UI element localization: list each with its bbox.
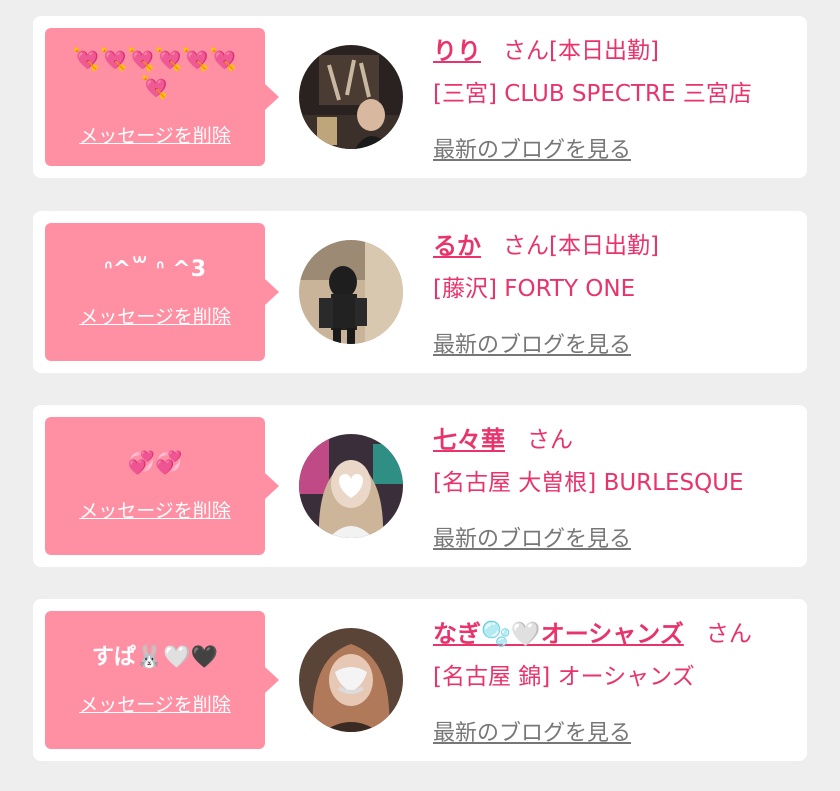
message-text: すぱ🐰🤍🖤 xyxy=(91,644,219,670)
shop-name: [三宮] CLUB SPECTRE 三宮店 xyxy=(433,81,752,107)
latest-blog-link[interactable]: 最新のブログを見る xyxy=(433,715,631,747)
delete-message-link[interactable]: メッセージを削除 xyxy=(79,121,231,148)
message-bubble: 💞💞 メッセージを削除 xyxy=(45,417,279,555)
profile-info: りり さん[本日出勤] [三宮] CLUB SPECTRE 三宮店 最新のブログ… xyxy=(433,28,797,164)
message-bubble: 💘💘💘💘💘💘💘 メッセージを削除 xyxy=(45,28,279,166)
profile-info: 七々華 さん [名古屋 大曽根] BURLESQUE 最新のブログを見る xyxy=(433,417,797,553)
message-card: ᐢ^꒳ ᐢ ^3 メッセージを削除 るか さん[本日出勤] [藤沢] FORTY… xyxy=(33,211,807,373)
latest-blog-link[interactable]: 最新のブログを見る xyxy=(433,327,631,359)
message-text: 💘💘💘💘💘💘💘 xyxy=(72,47,238,101)
profile-name-link[interactable]: なぎ🫧🤍オーシャンズ xyxy=(433,614,684,649)
delete-message-link[interactable]: メッセージを削除 xyxy=(79,302,231,329)
profile-name-link[interactable]: るか xyxy=(433,226,481,261)
honorific-status: さん[本日出勤] xyxy=(503,233,659,259)
message-text: 💞💞 xyxy=(127,450,183,476)
shop-name: [名古屋 大曽根] BURLESQUE xyxy=(433,470,744,496)
delete-message-link[interactable]: メッセージを削除 xyxy=(79,690,231,717)
delete-message-link[interactable]: メッセージを削除 xyxy=(79,496,231,523)
latest-blog-link[interactable]: 最新のブログを見る xyxy=(433,521,631,553)
message-text: ᐢ^꒳ ᐢ ^3 xyxy=(103,256,207,282)
profile-info: なぎ🫧🤍オーシャンズ さん [名古屋 錦] オーシャンズ 最新のブログを見る xyxy=(433,611,797,747)
profile-name-link[interactable]: りり xyxy=(433,31,481,66)
latest-blog-link[interactable]: 最新のブログを見る xyxy=(433,132,631,164)
message-bubble: すぱ🐰🤍🖤 メッセージを削除 xyxy=(45,611,279,749)
message-card: 💘💘💘💘💘💘💘 メッセージを削除 りり さん[本日出勤] [三宮] CLUB S… xyxy=(33,16,807,178)
profile-info: るか さん[本日出勤] [藤沢] FORTY ONE 最新のブログを見る xyxy=(433,223,797,359)
avatar[interactable] xyxy=(299,45,403,149)
message-card: 💞💞 メッセージを削除 七々華 さん [名古屋 大曽根] BURLESQUE 最… xyxy=(33,405,807,567)
message-bubble: ᐢ^꒳ ᐢ ^3 メッセージを削除 xyxy=(45,223,279,361)
avatar[interactable] xyxy=(299,434,403,538)
avatar[interactable] xyxy=(299,240,403,344)
shop-name: [藤沢] FORTY ONE xyxy=(433,276,636,302)
honorific-status: さん xyxy=(705,621,752,647)
message-card: すぱ🐰🤍🖤 メッセージを削除 なぎ🫧🤍オーシャンズ さん [名古屋 錦] オーシ… xyxy=(33,599,807,761)
profile-name-link[interactable]: 七々華 xyxy=(433,420,505,455)
avatar[interactable] xyxy=(299,628,403,732)
honorific-status: さん[本日出勤] xyxy=(503,38,659,64)
shop-name: [名古屋 錦] オーシャンズ xyxy=(433,664,695,690)
honorific-status: さん xyxy=(527,427,573,453)
message-list: 💘💘💘💘💘💘💘 メッセージを削除 りり さん[本日出勤] [三宮] CLUB S… xyxy=(0,0,840,791)
